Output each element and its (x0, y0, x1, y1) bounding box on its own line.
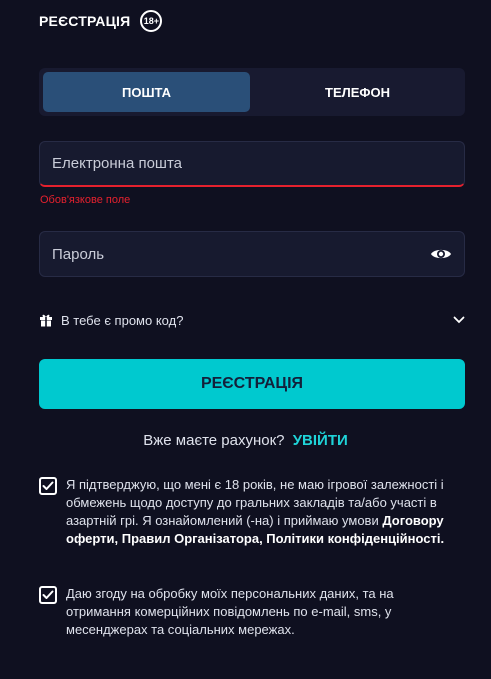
login-prompt-row: Вже маєте рахунок? УВІЙТИ (0, 432, 491, 449)
password-input[interactable] (52, 245, 430, 263)
email-input[interactable] (52, 155, 452, 172)
email-field[interactable] (39, 141, 465, 187)
eye-icon[interactable] (430, 247, 452, 261)
checkmark-icon (42, 590, 54, 599)
tab-email[interactable]: ПОШТА (43, 72, 250, 112)
consent-age-terms: Я підтверджую, що мені є 18 років, не ма… (39, 476, 459, 548)
tab-phone[interactable]: ТЕЛЕФОН (254, 72, 461, 112)
age-restriction-badge: 18+ (140, 10, 163, 32)
page-title: РЕЄСТРАЦІЯ (39, 13, 131, 29)
consent-data-text: Даю згоду на обробку моїх персональних д… (66, 586, 394, 637)
password-field[interactable] (39, 231, 465, 277)
promo-code-label: В тебе є промо код? (61, 312, 184, 328)
consent-data-processing: Даю згоду на обробку моїх персональних д… (39, 585, 459, 639)
email-error-message: Обов'язкове поле (40, 194, 131, 206)
checkmark-icon (42, 481, 54, 490)
register-button[interactable]: РЕЄСТРАЦІЯ (39, 359, 465, 409)
promo-code-toggle[interactable]: В тебе є промо код? (39, 310, 465, 330)
consent-age-text: Я підтверджую, що мені є 18 років, не ма… (66, 477, 445, 546)
consent-age-checkbox[interactable] (39, 477, 57, 495)
login-prompt-text: Вже маєте рахунок? (143, 432, 285, 449)
gift-icon (40, 314, 52, 327)
consent-data-checkbox[interactable] (39, 586, 57, 604)
registration-method-tabs: ПОШТА ТЕЛЕФОН (39, 68, 465, 116)
chevron-down-icon[interactable] (453, 316, 465, 324)
login-link[interactable]: УВІЙТИ (293, 432, 348, 449)
header: РЕЄСТРАЦІЯ 18+ (39, 10, 163, 32)
